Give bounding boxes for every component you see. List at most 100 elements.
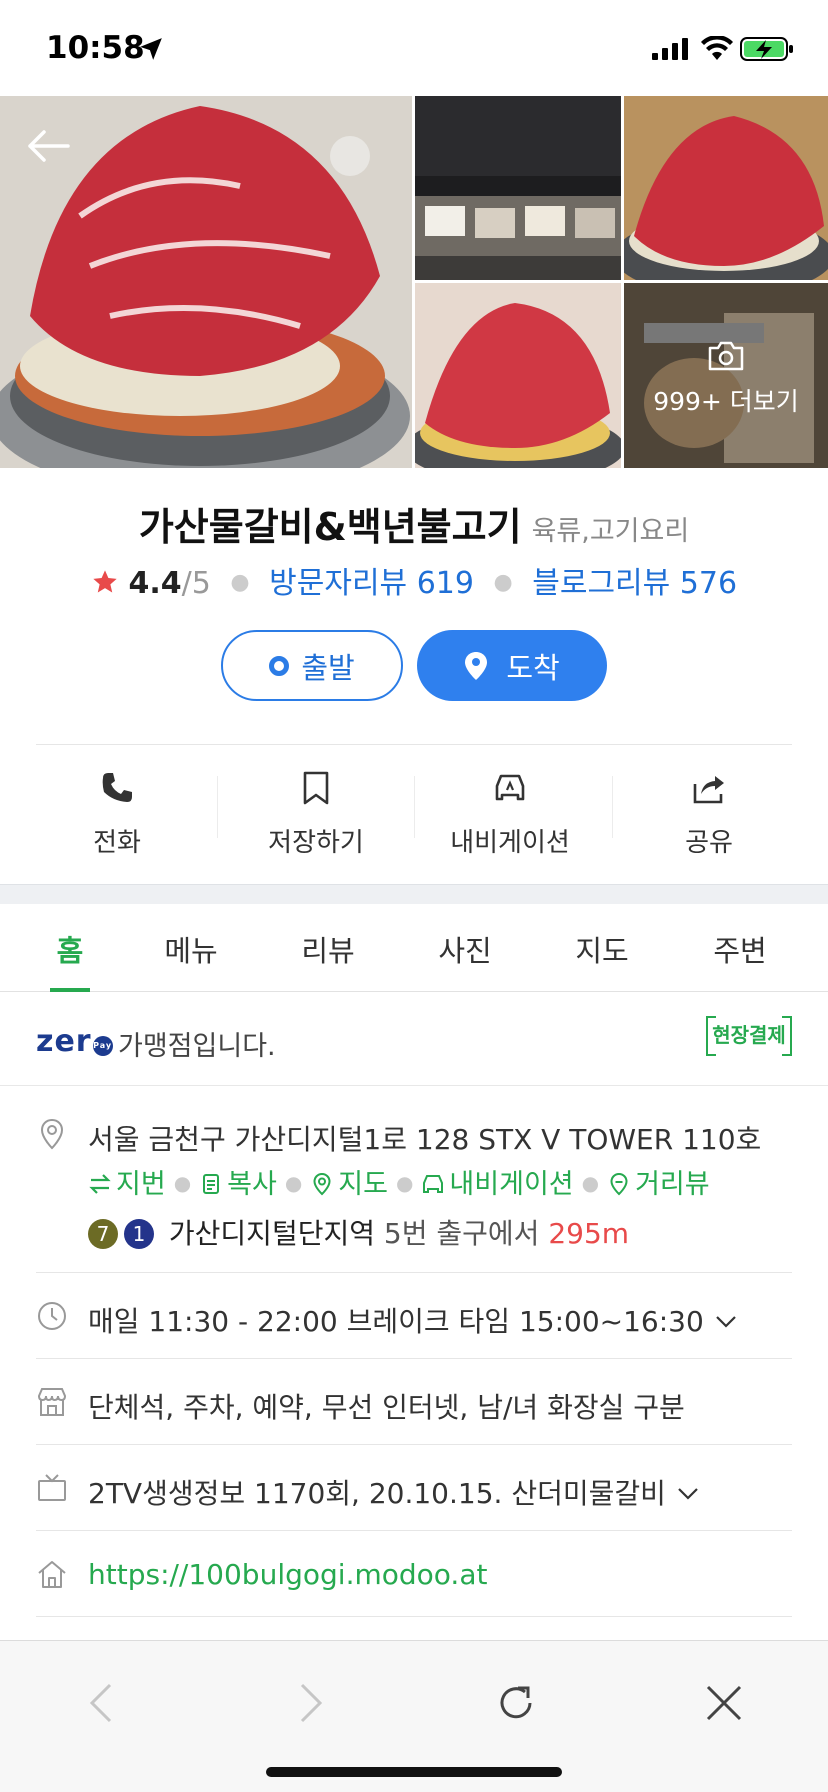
forward-chevron-icon[interactable] [286,1679,334,1727]
tab-home[interactable]: 홈 [10,928,130,970]
divider [36,1530,792,1531]
facilities-text: 단체석, 주차, 예약, 무선 인터넷, 남/녀 화장실 구분 [88,1391,685,1424]
business-hours[interactable]: 매일 11:30 - 22:00 브레이크 타임 15:00~16:30 [88,1300,738,1340]
street-view-link[interactable]: 거리뷰 [607,1169,710,1200]
home-indicator [266,1767,562,1777]
tab-reviews[interactable]: 리뷰 [268,928,388,970]
separator-dot: ● [284,1171,303,1195]
star-icon [93,570,117,593]
street-view-icon [610,1172,628,1196]
zeropay-logo: zerPay [36,1024,113,1059]
back-chevron-icon[interactable] [78,1679,126,1727]
dish-photo-2[interactable] [624,96,828,280]
subway-line-1-badge: 1 [124,1219,154,1249]
map-link[interactable]: 지도 [310,1169,388,1200]
tab-nearby[interactable]: 주변 [680,928,800,970]
rating-max: /5 [181,566,211,601]
tab-photos[interactable]: 사진 [405,928,525,970]
tv-text: 2TV생생정보 1170회, 20.10.15. 산더미물갈비 [88,1477,666,1510]
location-arrow-icon [140,38,162,60]
chevron-down-icon [716,1316,736,1328]
section-divider [0,884,828,904]
battery-charging-icon [740,37,793,61]
station-name: 가산디지털단지역 [168,1217,375,1250]
place-name: 가산물갈비&백년불고기 [138,505,522,549]
lot-number-label: 지번 [116,1169,166,1200]
close-icon[interactable] [700,1679,748,1727]
station-distance: 295m [548,1217,630,1250]
origin-dot-icon [269,655,290,676]
tab-map[interactable]: 지도 [542,928,662,970]
more-photos-button[interactable]: 999+ 더보기 [624,382,828,418]
subway-info: 71 가산디지털단지역 5번 출구에서 295m [88,1212,629,1252]
place-category: 육류,고기요리 [531,516,690,547]
address-text: 서울 금천구 가산디지털1로 128 STX V TOWER 110호 [88,1123,762,1156]
navigation-link-label: 내비게이션 [449,1169,574,1200]
subway-line-7-badge: 7 [88,1219,118,1249]
copy-icon [203,1174,220,1194]
divider [36,1272,792,1273]
lot-number-link[interactable]: 지번 [88,1169,166,1200]
website-link[interactable]: https://100bulgogi.modoo.at [88,1558,487,1591]
bookmark-icon [303,771,329,805]
separator-dot: ● [493,570,513,595]
divider [36,1358,792,1359]
map-pin-icon [313,1172,331,1196]
navigation-label: 내비게이션 [450,828,570,858]
back-arrow-icon[interactable] [22,120,74,172]
store-icon [37,1388,67,1416]
street-view-label: 거리뷰 [635,1169,710,1200]
separator [612,776,613,838]
tab-bar: 홈 메뉴 리뷰 사진 지도 주변 [0,904,828,992]
location-pin-icon [40,1118,64,1150]
zeropay-logo-text: zer [36,1024,92,1059]
divider [36,1616,792,1617]
status-bar: 10:58 [0,0,828,96]
action-row: 전화 저장하기 내비게이션 공유 [0,744,828,884]
copy-label: 복사 [227,1169,277,1200]
tv-icon [38,1474,66,1501]
arrive-label: 도착 [506,650,560,685]
tab-menu[interactable]: 메뉴 [131,928,251,970]
rating-value: 4.4 [128,566,182,601]
refresh-icon[interactable] [492,1679,540,1727]
car-navigation-icon [495,774,525,801]
wifi-icon [701,36,733,60]
share-icon [693,776,724,804]
separator-dot: ● [173,1171,192,1195]
dish-photo-3[interactable] [415,283,621,468]
call-button[interactable]: 전화 [27,744,207,874]
home-icon [38,1561,66,1588]
blog-reviews-link[interactable]: 블로그리뷰 576 [532,566,737,601]
navigation-button[interactable]: 내비게이션 [420,744,600,874]
chevron-down-icon [678,1488,698,1500]
hours-text: 매일 11:30 - 22:00 브레이크 타임 15:00~16:30 [88,1305,704,1338]
separator [217,776,218,838]
place-title-row: 가산물갈비&백년불고기 육류,고기요리 [0,496,828,551]
copy-link[interactable]: 복사 [199,1169,277,1200]
clock-icon [38,1302,66,1330]
onsite-payment-badge: 현장결제 [706,1016,792,1056]
storefront-photo[interactable] [415,96,621,280]
save-button[interactable]: 저장하기 [226,744,406,874]
share-label: 공유 [685,828,733,858]
call-label: 전화 [93,828,141,858]
save-label: 저장하기 [268,828,364,858]
depart-button[interactable]: 출발 [221,630,403,701]
separator-dot: ● [230,570,250,595]
separator [414,776,415,838]
arrive-button[interactable]: 도착 [417,630,607,701]
car-icon [423,1175,444,1193]
rating-row: 4.4/5 ● 방문자리뷰 619 ● 블로그리뷰 576 [0,558,828,602]
visitor-reviews-link[interactable]: 방문자리뷰 619 [269,566,474,601]
separator-dot: ● [581,1171,600,1195]
location-pin-icon [465,651,488,680]
tv-appearance[interactable]: 2TV생생정보 1170회, 20.10.15. 산더미물갈비 [88,1472,700,1512]
navigation-link[interactable]: 내비게이션 [421,1169,574,1200]
share-button[interactable]: 공유 [619,744,799,874]
divider [36,1444,792,1445]
status-time: 10:58 [46,30,145,66]
phone-icon [102,773,132,802]
more-photos-overlay[interactable] [624,283,828,468]
address-links: 지번 ● 복사 ● 지도 ● 내비게이션 ● 거리뷰 [88,1162,710,1201]
